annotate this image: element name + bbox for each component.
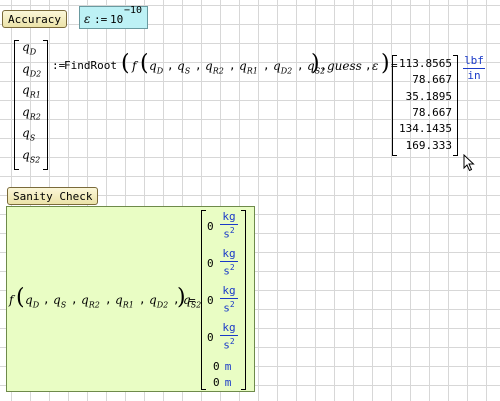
findroot-region[interactable]: qD qD2 qR1 qR2 qS qS2 := FindRoot ( f ( qD, qS… bbox=[10, 40, 490, 170]
sanity-unit-denominator[interactable]: s2 bbox=[220, 300, 238, 315]
lhs-variable-qd: qD bbox=[22, 40, 37, 57]
result-unit-numerator[interactable]: lbf bbox=[463, 54, 485, 67]
findroot-arg-d2: qD2 bbox=[273, 59, 293, 76]
findroot-arg-s: qS bbox=[177, 59, 191, 76]
result-value[interactable]: 78.667 bbox=[394, 73, 452, 86]
sanity-value[interactable]: 0 bbox=[207, 220, 214, 233]
sanity-bracket-left bbox=[201, 210, 206, 390]
inner-paren-open: ( bbox=[140, 51, 149, 76]
lhs-variable-qr2: qR2 bbox=[22, 104, 41, 121]
sanity-value[interactable]: 0 bbox=[207, 294, 214, 307]
sanity-arg-r2: qR2 bbox=[81, 293, 100, 310]
findroot-arg-d: qD bbox=[149, 59, 164, 76]
sanity-arg-d2: qD2 bbox=[149, 293, 169, 310]
sanity-unit-numerator[interactable]: kg bbox=[220, 247, 238, 260]
findroot-arg-r1: qR1 bbox=[239, 59, 258, 76]
result-value[interactable]: 35.1895 bbox=[394, 90, 452, 103]
sanity-paren-open: ( bbox=[16, 285, 25, 310]
sanity-unit-numerator[interactable]: kg bbox=[220, 210, 238, 223]
sanity-unit-denominator[interactable]: s2 bbox=[220, 263, 238, 278]
epsilon-symbol: ε bbox=[84, 12, 91, 26]
sanity-unit-fraction-bar bbox=[220, 335, 238, 336]
eps-argument: ε bbox=[372, 59, 379, 73]
findroot-arg-r2: qR2 bbox=[205, 59, 224, 76]
sanity-arg-s: qS bbox=[53, 293, 67, 310]
findroot-paren-open: ( bbox=[121, 51, 130, 76]
result-value[interactable]: 169.333 bbox=[394, 139, 452, 152]
epsilon-exponent: −10 bbox=[124, 5, 143, 16]
result-value[interactable]: 134.1435 bbox=[394, 122, 452, 135]
sanity-bracket-right bbox=[241, 210, 246, 390]
lhs-bracket-right bbox=[43, 40, 48, 170]
sanity-check-region-label[interactable]: Sanity Check bbox=[7, 187, 99, 205]
sanity-unit-numerator[interactable]: kg bbox=[220, 321, 238, 334]
sanity-check-box[interactable]: f ( qD, qS, qR2, qR1, qD2, qS2 ) = 0 kg s2 0 kg s2… bbox=[6, 206, 255, 392]
sanity-unit-fraction-bar bbox=[220, 298, 238, 299]
inner-function-name: f bbox=[132, 59, 137, 73]
lhs-variable-qs2: qS2 bbox=[22, 147, 41, 164]
epsilon-base: 10 bbox=[110, 13, 124, 26]
sanity-value[interactable]: 0 bbox=[213, 376, 220, 389]
accuracy-definition-box[interactable]: ε := 10 −10 bbox=[79, 5, 148, 29]
inner-paren-close: ) bbox=[311, 51, 320, 76]
findroot-arg-separator: , bbox=[297, 59, 304, 72]
sanity-equals: = bbox=[189, 294, 196, 307]
sanity-value[interactable]: 0 bbox=[213, 360, 220, 373]
sanity-arg-r1: qR1 bbox=[115, 293, 134, 310]
sanity-unit-denominator[interactable]: s2 bbox=[220, 226, 238, 241]
sanity-arg-separator: , bbox=[43, 293, 50, 306]
result-bracket-right bbox=[453, 55, 458, 156]
lhs-bracket-left bbox=[14, 40, 19, 170]
sanity-unit-numerator[interactable]: kg bbox=[220, 284, 238, 297]
sanity-arg-separator: , bbox=[71, 293, 78, 306]
sanity-unit-fraction-bar bbox=[220, 224, 238, 225]
findroot-arg-separator: , bbox=[263, 59, 270, 72]
lhs-variable-qr1: qR1 bbox=[22, 83, 41, 100]
assign-operator: := bbox=[94, 13, 108, 26]
guess-argument: guess bbox=[327, 59, 362, 73]
sanity-function-name: f bbox=[9, 293, 14, 307]
sanity-value[interactable]: 0 bbox=[207, 331, 214, 344]
findroot-arg-separator: , bbox=[195, 59, 202, 72]
findroot-paren-close: ) bbox=[381, 51, 390, 76]
eps-separator: , bbox=[365, 59, 372, 72]
findroot-function-name: FindRoot bbox=[64, 59, 117, 72]
sanity-arg-separator: , bbox=[105, 293, 112, 306]
result-value[interactable]: 78.667 bbox=[394, 106, 452, 119]
sanity-unit[interactable]: m bbox=[221, 376, 235, 389]
lhs-variable-qs: qS bbox=[22, 126, 36, 143]
result-value[interactable]: 113.8565 bbox=[394, 57, 452, 70]
sanity-arg-d: qD bbox=[25, 293, 40, 310]
result-unit-denominator[interactable]: in bbox=[463, 69, 485, 82]
guess-separator: , bbox=[320, 59, 327, 72]
sanity-value[interactable]: 0 bbox=[207, 257, 214, 270]
findroot-arg-separator: , bbox=[167, 59, 174, 72]
findroot-arg-separator: , bbox=[229, 59, 236, 72]
sanity-paren-close: ) bbox=[177, 285, 186, 310]
sanity-arg-separator: , bbox=[139, 293, 146, 306]
arrow-cursor-icon bbox=[463, 154, 475, 172]
lhs-variable-qd2: qD2 bbox=[22, 61, 42, 78]
sanity-unit[interactable]: m bbox=[221, 360, 235, 373]
sanity-unit-fraction-bar bbox=[220, 261, 238, 262]
accuracy-region-label[interactable]: Accuracy bbox=[2, 10, 67, 28]
sanity-unit-denominator[interactable]: s2 bbox=[220, 337, 238, 352]
